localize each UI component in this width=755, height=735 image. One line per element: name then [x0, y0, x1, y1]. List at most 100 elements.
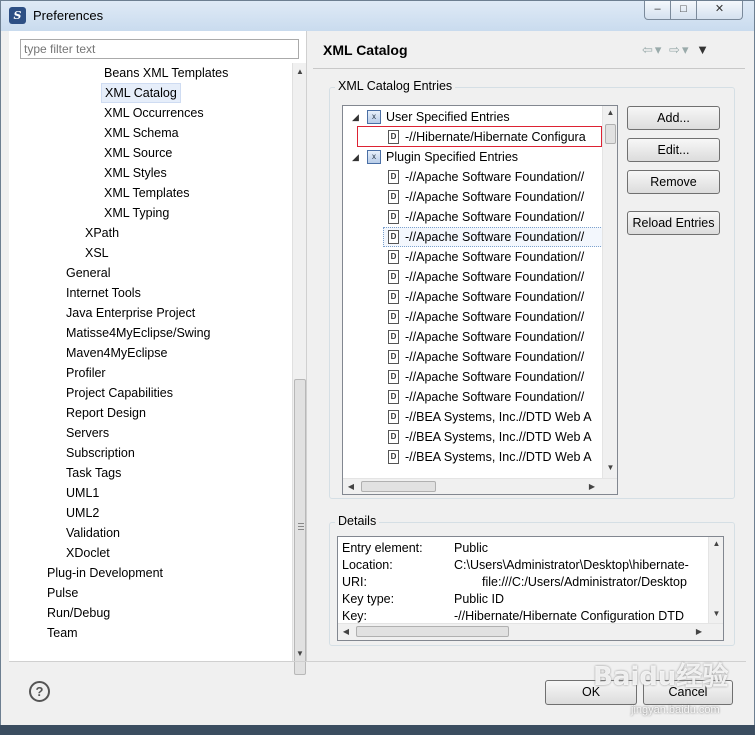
entries-hscrollbar[interactable]: ◀ ▶ [343, 478, 617, 494]
dtd-file-icon: D [388, 350, 399, 364]
tree-item[interactable]: XSL [82, 243, 112, 263]
details-hscrollbar[interactable]: ◀ ▶ [338, 623, 723, 640]
add-button[interactable]: Add... [627, 106, 720, 130]
tree-item[interactable]: Run/Debug [44, 603, 113, 623]
tree-item[interactable]: XML Schema [101, 123, 182, 143]
tree-item[interactable]: Java Enterprise Project [63, 303, 198, 323]
tree-item[interactable]: XML Styles [101, 163, 170, 183]
plugin-entry-label: -//Apache Software Foundation// [405, 390, 585, 404]
dtd-file-icon: D [388, 410, 399, 424]
dtd-file-icon: D [388, 170, 399, 184]
desktop-strip [0, 725, 755, 735]
detail-value: Public [454, 541, 489, 555]
tree-item[interactable]: XPath [82, 223, 122, 243]
help-icon[interactable]: ? [29, 681, 50, 702]
tree-item[interactable]: General [63, 263, 113, 283]
scroll-down-icon[interactable]: ▼ [709, 609, 723, 618]
scroll-thumb[interactable] [356, 626, 509, 637]
scroll-thumb[interactable] [605, 124, 616, 144]
detail-key: Key type: [342, 592, 395, 606]
page-title: XML Catalog [323, 42, 408, 58]
scroll-down-icon[interactable]: ▼ [603, 463, 617, 472]
user-specified-label: User Specified Entries [386, 110, 510, 124]
dtd-file-icon: D [388, 450, 399, 464]
remove-button[interactable]: Remove [627, 170, 720, 194]
detail-value: file:///C:/Users/Administrator/Desktop [482, 575, 687, 589]
tree-item[interactable]: XML Occurrences [101, 103, 207, 123]
tree-item[interactable]: Subscription [63, 443, 138, 463]
back-arrow-icon[interactable]: ⇦ [642, 42, 655, 57]
scroll-left-icon[interactable]: ◀ [341, 627, 351, 636]
details-label: Details [335, 514, 380, 528]
plugin-entry-label: -//Apache Software Foundation// [405, 330, 585, 344]
dtd-file-icon: D [388, 390, 399, 404]
tree-item[interactable]: Team [44, 623, 81, 643]
tree-item[interactable]: UML1 [63, 483, 102, 503]
plugin-entry-label: -//Apache Software Foundation// [405, 210, 585, 224]
plugin-entry-label: -//Apache Software Foundation// [405, 310, 585, 324]
collapse-icon[interactable]: ◢ [352, 107, 359, 127]
collapse-icon[interactable]: ◢ [352, 147, 359, 167]
tree-item[interactable]: Internet Tools [63, 283, 144, 303]
scroll-up-icon[interactable]: ▲ [709, 539, 723, 548]
filter-input[interactable] [20, 39, 299, 59]
tree-item[interactable]: Validation [63, 523, 123, 543]
detail-value: C:\Users\Administrator\Desktop\hibernate… [454, 558, 689, 572]
tree-item[interactable]: UML2 [63, 503, 102, 523]
tree-scrollbar[interactable]: ▲ ▼ [292, 63, 307, 675]
tree-item[interactable]: Matisse4MyEclipse/Swing [63, 323, 214, 343]
history-nav[interactable]: ⇦▾ ⇨▾ ▼ [642, 42, 711, 58]
minimize-button[interactable]: – [644, 1, 671, 20]
dtd-file-icon: D [388, 310, 399, 324]
catalog-icon: x [367, 150, 381, 164]
view-menu-icon[interactable]: ▼ [696, 42, 711, 57]
reload-entries-button[interactable]: Reload Entries [627, 211, 720, 235]
tree-item[interactable]: XML Source [101, 143, 175, 163]
details-vscrollbar[interactable]: ▲ ▼ [708, 537, 723, 623]
tree-item[interactable]: XML Templates [101, 183, 192, 203]
plugin-entry-label: -//Apache Software Foundation// [405, 370, 585, 384]
details-panel: Entry element: Public Location: C:\Users\Ad… [337, 536, 724, 641]
detail-value: Public ID [454, 592, 505, 606]
dtd-file-icon: D [388, 270, 399, 284]
tree-item[interactable]: Task Tags [63, 463, 124, 483]
catalog-entries-label: XML Catalog Entries [335, 79, 456, 93]
close-button[interactable]: ✕ [696, 1, 743, 20]
scroll-up-icon[interactable]: ▲ [603, 108, 617, 117]
plugin-entry-label: -//Apache Software Foundation// [405, 230, 585, 244]
scroll-left-icon[interactable]: ◀ [346, 482, 356, 491]
tree-item[interactable]: Maven4MyEclipse [63, 343, 170, 363]
tree-item[interactable]: XML Catalog [101, 83, 181, 103]
maximize-button[interactable]: □ [670, 1, 697, 20]
plugin-entry-label: -//Apache Software Foundation// [405, 250, 585, 264]
dtd-file-icon: D [388, 330, 399, 344]
dtd-file-icon: D [388, 250, 399, 264]
forward-arrow-icon[interactable]: ⇨ [669, 42, 682, 57]
detail-key: Location: [342, 558, 393, 572]
tree-item[interactable]: Profiler [63, 363, 109, 383]
dtd-file-icon: D [388, 430, 399, 444]
edit-button[interactable]: Edit... [627, 138, 720, 162]
scroll-up-icon[interactable]: ▲ [293, 65, 307, 79]
tree-item[interactable]: XML Typing [101, 203, 172, 223]
scroll-thumb[interactable] [294, 379, 306, 675]
tree-item[interactable]: Servers [63, 423, 112, 443]
app-icon: S [9, 7, 26, 24]
tree-item[interactable]: Beans XML Templates [101, 63, 231, 83]
plugin-entry-label: -//Apache Software Foundation// [405, 170, 585, 184]
entries-vscrollbar[interactable]: ▲ ▼ [602, 106, 617, 478]
tree-item[interactable]: Project Capabilities [63, 383, 176, 403]
tree-item[interactable]: Report Design [63, 403, 149, 423]
window-title: Preferences [33, 8, 104, 23]
scroll-right-icon[interactable]: ▶ [694, 627, 704, 636]
plugin-entry-label: -//Apache Software Foundation// [405, 190, 585, 204]
scroll-right-icon[interactable]: ▶ [587, 482, 597, 491]
tree-item[interactable]: Plug-in Development [44, 563, 166, 583]
tree-item[interactable]: XDoclet [63, 543, 113, 563]
tree-item[interactable]: Pulse [44, 583, 81, 603]
catalog-icon: x [367, 110, 381, 124]
scroll-thumb[interactable] [361, 481, 436, 492]
plugin-entry-label: -//BEA Systems, Inc.//DTD Web A [405, 430, 592, 444]
plugin-entry-label: -//Apache Software Foundation// [405, 290, 585, 304]
scroll-down-icon[interactable]: ▼ [293, 647, 307, 661]
